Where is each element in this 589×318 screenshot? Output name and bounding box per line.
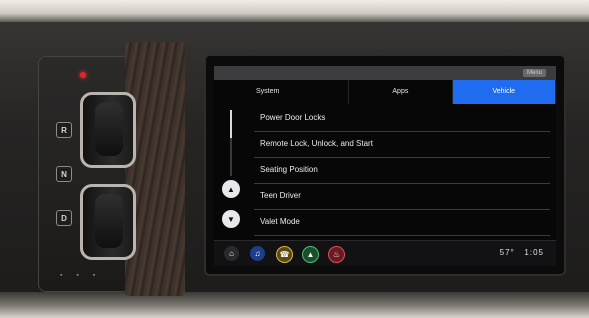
gear-neutral-button[interactable]: N <box>56 166 72 182</box>
temperature-readout: 57° <box>499 248 515 257</box>
dash-top-rim <box>0 0 589 22</box>
scroll-down-button[interactable]: ▼ <box>222 210 240 228</box>
shifter-bottom-marks: ▪ ▪ ▪ <box>60 272 102 279</box>
clock-readout: 1:05 <box>524 248 544 257</box>
tab-vehicle[interactable]: Vehicle <box>452 80 556 104</box>
climate-icon[interactable]: ♨ <box>328 246 345 263</box>
dock-status: 57° 1:05 <box>500 248 544 257</box>
infotainment-screen: Menu System Apps Vehicle ▲ ▼ Power Door … <box>214 66 556 266</box>
shift-pad-lower[interactable] <box>80 184 136 260</box>
gear-reverse-label: R <box>61 125 67 135</box>
dash-bottom-rim <box>0 292 589 318</box>
list-item-valet-mode[interactable]: Valet Mode <box>254 210 550 236</box>
tab-system[interactable]: System <box>214 80 350 104</box>
gear-drive-label: D <box>61 213 67 223</box>
status-pill[interactable]: Menu <box>522 69 546 77</box>
tab-bar: System Apps Vehicle <box>214 80 556 104</box>
tab-apps[interactable]: Apps <box>349 80 453 104</box>
bottom-dock: ⌂ ♫ ☎ ▲ ♨ 57° 1:05 <box>214 240 556 266</box>
shift-pad-lower-inner <box>95 194 123 248</box>
park-indicator-light <box>80 72 86 78</box>
dashboard: R N D ▪ ▪ ▪ Menu System Apps Vehicle ▲ ▼… <box>0 0 589 318</box>
gear-neutral-label: N <box>61 169 67 179</box>
settings-list: Power Door Locks Remote Lock, Unlock, an… <box>254 106 550 236</box>
shift-pad-upper[interactable] <box>80 92 136 168</box>
chevron-down-icon: ▼ <box>227 214 235 224</box>
scroll-up-button[interactable]: ▲ <box>222 180 240 198</box>
shift-pad-upper-inner <box>95 102 123 156</box>
list-item-teen-driver[interactable]: Teen Driver <box>254 184 550 210</box>
gear-drive-button[interactable]: D <box>56 210 72 226</box>
phone-icon[interactable]: ☎ <box>276 246 293 263</box>
navigation-icon[interactable]: ▲ <box>302 246 319 263</box>
list-item-seating-position[interactable]: Seating Position <box>254 158 550 184</box>
list-item-remote-lock[interactable]: Remote Lock, Unlock, and Start <box>254 132 550 158</box>
home-icon[interactable]: ⌂ <box>224 246 239 261</box>
gear-reverse-button[interactable]: R <box>56 122 72 138</box>
wood-trim <box>125 42 185 296</box>
chevron-up-icon: ▲ <box>227 184 235 194</box>
status-bar: Menu <box>214 66 556 80</box>
scrollbar-thumb[interactable] <box>230 110 232 138</box>
music-icon[interactable]: ♫ <box>250 246 265 261</box>
list-item-power-door-locks[interactable]: Power Door Locks <box>254 106 550 132</box>
